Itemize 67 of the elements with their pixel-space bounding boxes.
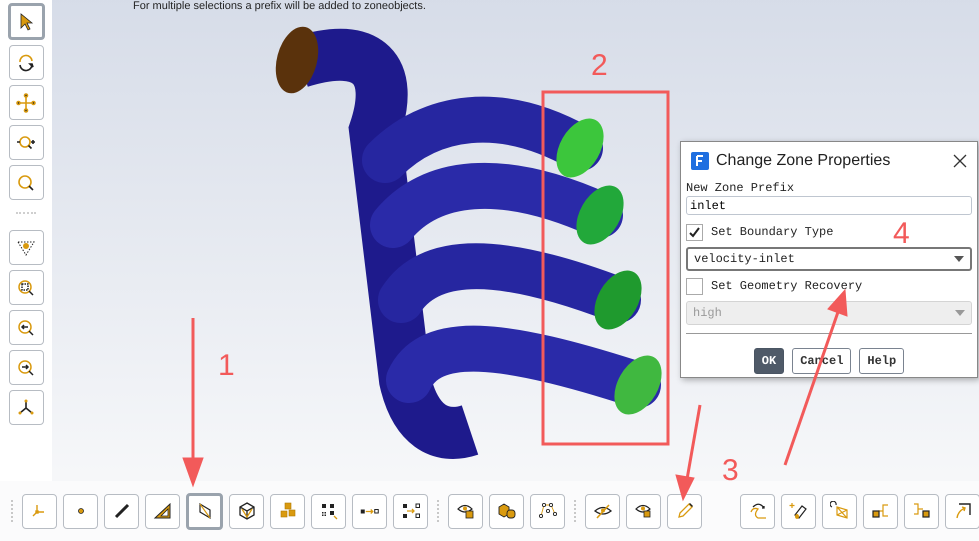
zoom-tool-button[interactable] [8,125,44,160]
step-number: 1 [218,350,235,382]
cube-icon [236,501,256,521]
check-icon [688,226,701,238]
magnifier-box-icon [16,278,36,298]
rotate-plane-tool-button[interactable] [822,494,857,528]
dropdown[interactable]: velocity-inlet [686,247,972,271]
polyline-icon [538,501,558,521]
merge-arrow-cube-tool-button[interactable] [904,494,939,528]
eye-square-tool-button[interactable] [448,494,483,528]
step-number: 3 [722,455,739,487]
triangle-view-tool-button[interactable] [8,230,44,265]
cube-tool-button[interactable] [229,494,264,528]
parallelogram-tool-button[interactable] [186,492,223,530]
magnifier-right-arrow-tool-button[interactable] [8,350,44,385]
polyline-tool-button[interactable] [530,494,565,528]
checkbox-label: Set Geometry Recovery [711,278,862,294]
dialog-title: Change Zone Properties [716,152,892,170]
pan-icon [16,92,36,112]
cylinder-plus-tool-button[interactable] [781,494,816,528]
squares-grid-tool-button[interactable] [311,494,346,528]
axes-tool-button[interactable] [8,390,44,425]
step-number: 2 [591,50,608,82]
cube-cylinder-tool-button[interactable] [489,494,524,528]
cylinder-plus-icon [788,501,808,521]
pencil-tool-button[interactable] [667,494,702,528]
magnifier-right-arrow-icon [16,358,36,378]
cube-cylinder-icon [496,501,516,521]
cubes-tool-button[interactable] [270,494,305,528]
dropdown-caret-icon [954,256,964,262]
hint-text: For multiple selections a prefix will be added to zoneobjects. [132,0,427,12]
prefix-input-field[interactable]: inlet [686,196,972,215]
magnifier-tool-button[interactable] [8,165,44,200]
corner-arrow-tool-button[interactable] [945,494,979,528]
dialog-button[interactable]: OK [754,348,784,374]
magnifier-icon [16,172,36,192]
dialog-button[interactable]: Help [859,348,904,374]
point-icon [78,508,84,514]
eye-slash-tool-button[interactable] [585,494,620,528]
square-arrow-icon [360,508,379,514]
squares-arrow-icon [400,501,420,521]
eye-square-tool-button[interactable] [626,494,661,528]
pointer-tool-button[interactable] [8,3,44,40]
checkbox-label: Set Boundary Type [711,224,834,240]
squares-arrow-tool-button[interactable] [393,494,428,528]
checkbox[interactable] [686,224,703,240]
curve-arrow-icon [748,501,768,521]
line-tool-button[interactable] [104,494,139,528]
magnifier-box-tool-button[interactable] [8,270,44,305]
axes-icon [16,398,36,418]
triangle-tool-button[interactable] [145,494,180,528]
close-icon[interactable] [953,154,967,168]
triangle-icon [152,501,172,521]
curve-arrow-tool-button[interactable] [740,494,775,528]
magnifier-left-arrow-tool-button[interactable] [8,310,44,345]
rotate-tool-button[interactable] [8,45,44,80]
square-arrow-tool-button[interactable] [352,494,387,528]
rotate-icon [16,52,36,72]
app-logo-icon [691,152,709,170]
step-number: 4 [893,218,910,250]
dropdown-caret-icon [955,310,965,316]
field-label: New Zone Prefix [686,180,796,196]
magnifier-left-arrow-icon [16,318,36,338]
rotate-plane-icon [830,501,850,521]
point-tool-button[interactable] [63,494,98,528]
cube-split-arrow-tool-button[interactable] [863,494,898,528]
pan-tool-button[interactable] [8,85,44,120]
